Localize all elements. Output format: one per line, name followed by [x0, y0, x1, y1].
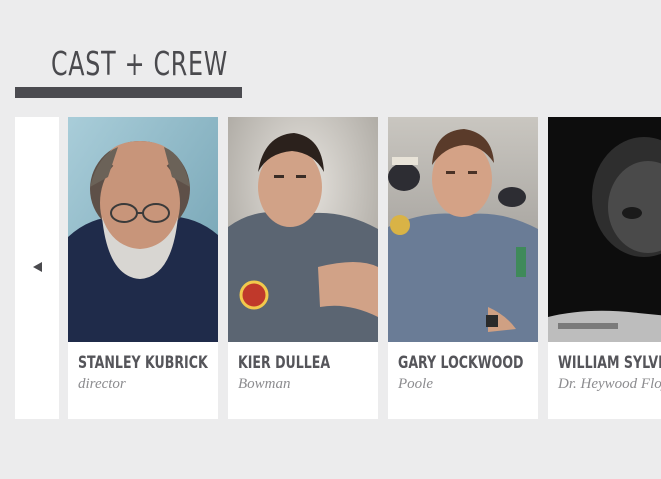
cast-name: STANLEY KUBRICK — [78, 353, 208, 373]
cast-photo — [388, 117, 538, 342]
cast-photo — [68, 117, 218, 342]
cast-name: KIER DULLEA — [238, 353, 331, 373]
cast-card[interactable]: GARY LOCKWOOD Poole — [388, 117, 538, 419]
cast-role: Dr. Heywood Floyd — [558, 376, 661, 392]
cast-card[interactable]: STANLEY KUBRICK director — [68, 117, 218, 419]
cast-card[interactable]: KIER DULLEA Bowman — [228, 117, 378, 419]
cast-role: Bowman — [238, 376, 291, 392]
section-title: CAST + CREW — [51, 44, 228, 83]
cast-carousel: STANLEY KUBRICK director KIER DULLEA Bow… — [68, 117, 661, 419]
title-underline — [15, 87, 242, 98]
cast-photo — [548, 117, 661, 342]
triangle-left-icon — [33, 262, 42, 272]
cast-photo — [228, 117, 378, 342]
carousel-prev-button[interactable] — [15, 117, 59, 419]
cast-role: Poole — [398, 376, 433, 392]
cast-name: GARY LOCKWOOD — [398, 353, 524, 373]
cast-name: WILLIAM SYLVESTER — [558, 353, 661, 373]
cast-card[interactable]: WILLIAM SYLVESTER Dr. Heywood Floyd — [548, 117, 661, 419]
cast-role: director — [78, 376, 126, 392]
